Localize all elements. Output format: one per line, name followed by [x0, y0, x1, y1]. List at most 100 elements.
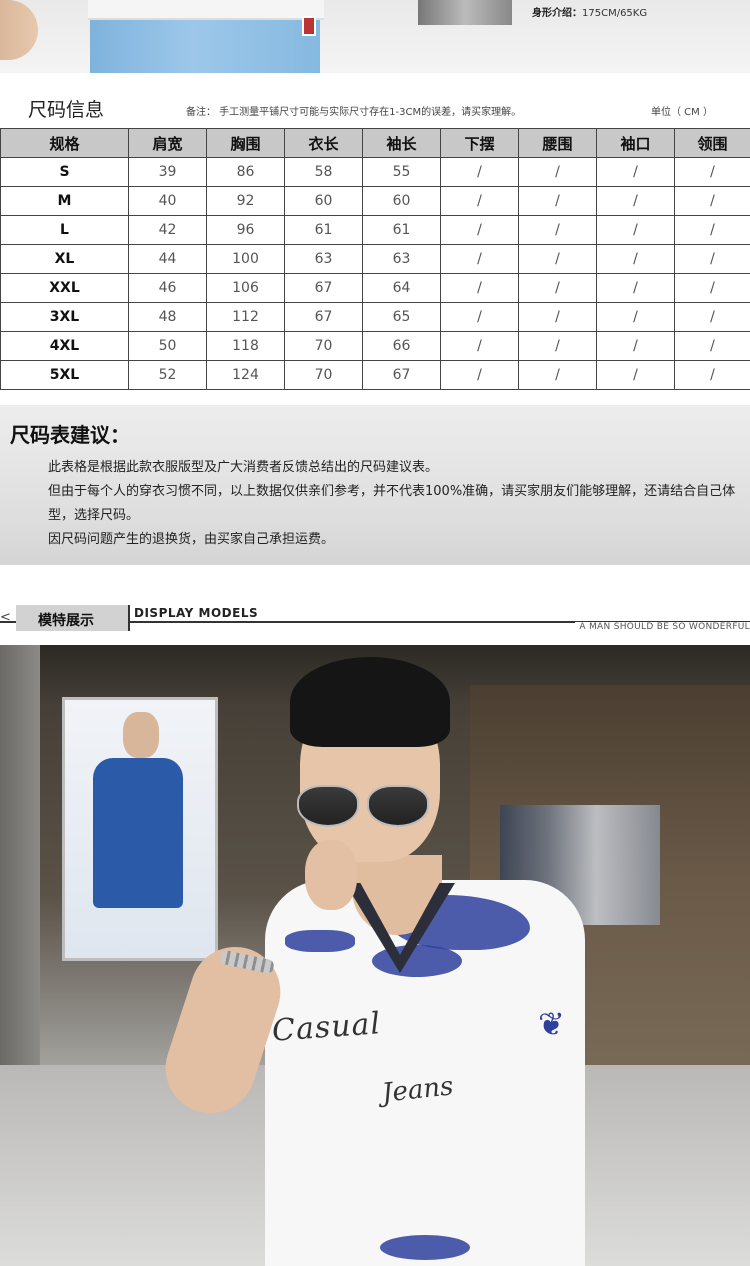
table-cell: /: [440, 273, 519, 303]
size-info-header: 尺码信息 备注： 手工测量平铺尺寸可能与实际尺寸存在1-3CM的误差，请买家理解…: [0, 92, 750, 126]
table-cell: 44: [128, 244, 207, 274]
table-cell: 67: [284, 273, 363, 303]
size-spec-cell: 4XL: [0, 331, 129, 361]
table-row: 3XL 48 112 67 65// / /: [0, 302, 750, 332]
table-header-row: 规格 肩宽 胸围 衣长 袖长 下摆 腰围 袖口 领围: [0, 128, 750, 158]
suggestion-body: 此表格是根据此款衣服版型及广大消费者反馈总结出的尺码建议表。 但由于每个人的穿衣…: [48, 456, 743, 552]
header-waist: 腰围: [518, 128, 597, 158]
table-cell: 112: [206, 302, 285, 332]
table-cell: 55: [362, 157, 441, 187]
sunglasses-lens-right: [367, 785, 429, 827]
table-cell: 70: [284, 360, 363, 390]
size-info-unit: 单位（ CM ）: [651, 107, 713, 118]
header-sleeve: 袖长: [362, 128, 441, 158]
size-spec-cell: L: [0, 215, 129, 245]
header-cuff: 袖口: [596, 128, 675, 158]
body-info-label: 身形介绍：: [532, 8, 582, 19]
table-cell: /: [596, 244, 675, 274]
table-cell: /: [674, 331, 750, 361]
table-cell: 52: [128, 360, 207, 390]
table-cell: /: [596, 360, 675, 390]
table-cell: 106: [206, 273, 285, 303]
table-cell: /: [674, 186, 750, 216]
size-info-title: 尺码信息: [28, 99, 105, 121]
table-cell: 66: [362, 331, 441, 361]
table-cell: 63: [362, 244, 441, 274]
table-row: XXL 46 106 67 64// / /: [0, 273, 750, 303]
table-cell: 86: [206, 157, 285, 187]
table-row: L 42 96 61 61// / /: [0, 215, 750, 245]
flag-patch-image: [302, 16, 316, 36]
store-poster: [62, 697, 218, 961]
header-shoulder: 肩宽: [128, 128, 207, 158]
table-cell: /: [674, 302, 750, 332]
table-cell: /: [518, 360, 597, 390]
table-cell: /: [518, 273, 597, 303]
size-table-body: S 39 86 58 55// / / M 40 92 60 60// / / L 42 96 61 61// / / X…: [0, 157, 750, 390]
table-cell: 50: [128, 331, 207, 361]
table-cell: 124: [206, 360, 285, 390]
model-photo: ❦ Casual Jeans: [0, 645, 750, 1266]
header-spec: 规格: [0, 128, 129, 158]
table-cell: /: [674, 157, 750, 187]
shirt-splash-print: [285, 930, 355, 952]
table-cell: 100: [206, 244, 285, 274]
poster-shirt: [93, 758, 183, 908]
table-cell: /: [674, 244, 750, 274]
size-info-note: 备注： 手工测量平铺尺寸可能与实际尺寸存在1-3CM的误差，请买家理解。: [186, 107, 522, 118]
chevron-left-icon[interactable]: <: [0, 610, 11, 625]
table-cell: 61: [362, 215, 441, 245]
size-spec-cell: M: [0, 186, 129, 216]
table-cell: /: [518, 215, 597, 245]
table-cell: /: [596, 186, 675, 216]
model-shirt-hem-image: [88, 0, 324, 20]
table-cell: 96: [206, 215, 285, 245]
table-cell: /: [596, 273, 675, 303]
table-cell: 40: [128, 186, 207, 216]
suggestion-line: 此表格是根据此款衣服版型及广大消费者反馈总结出的尺码建议表。: [48, 460, 439, 475]
size-suggestion-panel: 尺码表建议： 此表格是根据此款衣服版型及广大消费者反馈总结出的尺码建议表。 但由…: [0, 405, 750, 565]
table-row: S 39 86 58 55// / /: [0, 157, 750, 187]
size-spec-cell: XL: [0, 244, 129, 274]
table-row: XL 44 100 63 63// / /: [0, 244, 750, 274]
table-cell: 70: [284, 331, 363, 361]
size-table: 规格 肩宽 胸围 衣长 袖长 下摆 腰围 袖口 领围 S 39 86 58 55// / /…: [0, 128, 750, 390]
table-cell: /: [518, 331, 597, 361]
table-cell: 92: [206, 186, 285, 216]
table-cell: 65: [362, 302, 441, 332]
table-cell: 118: [206, 331, 285, 361]
size-spec-cell: S: [0, 157, 129, 187]
table-cell: /: [440, 244, 519, 274]
poster-face: [123, 712, 159, 758]
table-cell: 58: [284, 157, 363, 187]
table-cell: /: [674, 273, 750, 303]
display-models-bar: < 模特展示 DISPLAY MODELS A MAN SHOULD BE SO…: [0, 605, 750, 632]
table-cell: 60: [284, 186, 363, 216]
shirt-splash-print: [372, 945, 462, 977]
header-collar: 领围: [674, 128, 750, 158]
model-hand-at-face: [305, 840, 357, 910]
table-cell: /: [518, 157, 597, 187]
models-en-label: DISPLAY MODELS: [134, 606, 259, 620]
suggestion-line: 因尺码问题产生的退换货，由买家自己承担运费。: [48, 532, 335, 547]
size-spec-cell: 5XL: [0, 360, 129, 390]
table-cell: /: [440, 331, 519, 361]
model-hair: [290, 657, 450, 747]
table-cell: 48: [128, 302, 207, 332]
sunglasses-lens-left: [297, 785, 359, 827]
table-cell: 64: [362, 273, 441, 303]
table-cell: /: [596, 157, 675, 187]
table-cell: /: [596, 215, 675, 245]
table-cell: /: [440, 157, 519, 187]
size-spec-cell: 3XL: [0, 302, 129, 332]
body-info-value: 175CM/65KG: [582, 8, 648, 19]
body-info: 身形介绍：175CM/65KG: [532, 4, 647, 19]
table-cell: 60: [362, 186, 441, 216]
top-photo-strip: 身形介绍：175CM/65KG: [0, 0, 750, 73]
table-cell: /: [440, 215, 519, 245]
table-row: 4XL 50 118 70 66// / /: [0, 331, 750, 361]
table-row: M 40 92 60 60// / /: [0, 186, 750, 216]
table-cell: /: [596, 302, 675, 332]
table-cell: 39: [128, 157, 207, 187]
model-thumbnail-image: [418, 0, 512, 25]
